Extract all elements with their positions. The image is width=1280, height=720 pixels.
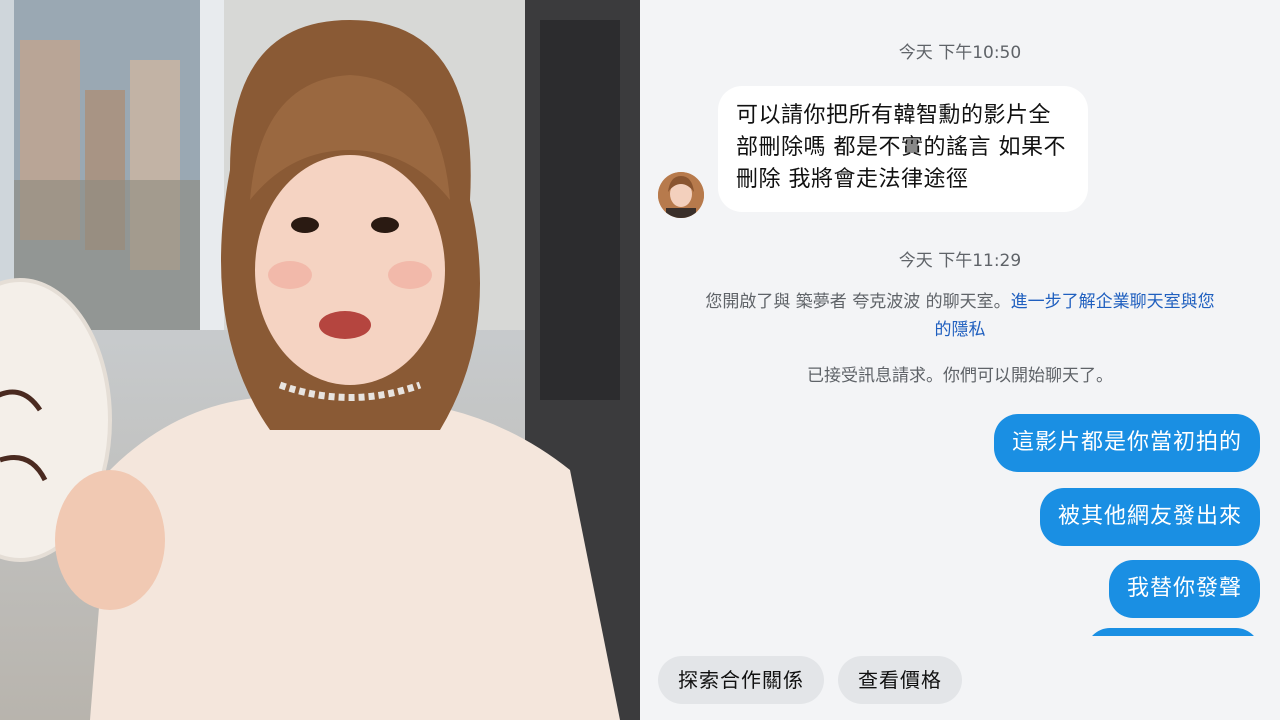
chat-panel: 今天 下午10:50 可以請你把所有韓智勳的影片全部刪除嗎 都是不實的謠言 如果… xyxy=(640,0,1280,720)
outgoing-message-bubble[interactable]: 這影片都是你當初拍的 xyxy=(993,414,1260,472)
notice-text: 您開啟了與 築夢者 夸克波波 的聊天室。 xyxy=(705,292,1011,312)
screenshot-root: 今天 下午10:50 可以請你把所有韓智勳的影片全部刪除嗎 都是不實的謠言 如果… xyxy=(0,0,1280,720)
explore-partnership-button[interactable]: 探索合作關係 xyxy=(658,656,824,704)
incoming-message-bubble[interactable]: 可以請你把所有韓智勳的影片全部刪除嗎 都是不實的謠言 如果不刪除 我將會走法律途… xyxy=(718,86,1088,212)
avatar-image xyxy=(658,172,704,218)
outgoing-message-bubble[interactable]: 被其他網友發出來 xyxy=(1039,488,1260,546)
view-pricing-button[interactable]: 查看價格 xyxy=(838,656,962,704)
portrait-illustration xyxy=(0,0,640,720)
outgoing-message-bubble-partial[interactable] xyxy=(1086,628,1260,636)
timestamp: 今天 下午10:50 xyxy=(898,43,1022,63)
message-thread[interactable]: 今天 下午10:50 可以請你把所有韓智勳的影片全部刪除嗎 都是不實的謠言 如果… xyxy=(640,0,1280,636)
timestamp: 今天 下午11:29 xyxy=(898,251,1022,271)
portrait-photo xyxy=(0,0,640,720)
request-accepted-notice: 已接受訊息請求。你們可以開始聊天了。 xyxy=(807,366,1113,386)
sender-avatar[interactable] xyxy=(658,172,704,218)
quick-actions-bar: 探索合作關係 查看價格 xyxy=(640,636,1280,720)
outgoing-message-bubble[interactable]: 我替你發聲 xyxy=(1108,560,1260,618)
hand xyxy=(55,470,165,610)
business-chat-notice: 您開啟了與 築夢者 夸克波波 的聊天室。進一步了解企業聊天室與您的隱私 xyxy=(700,288,1220,344)
